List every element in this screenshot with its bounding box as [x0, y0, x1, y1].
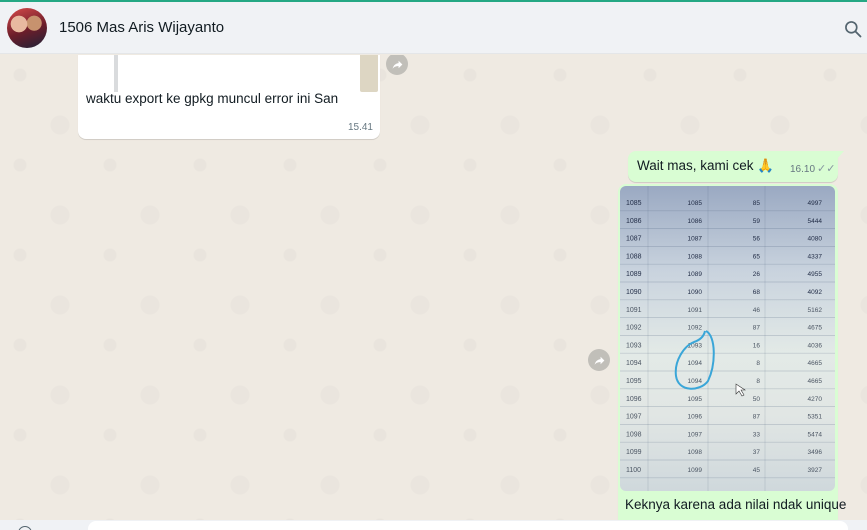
- table-cell: 1090: [626, 289, 642, 296]
- table-cell: 50: [753, 396, 761, 403]
- contact-name[interactable]: 1506 Mas Aris Wijayanto: [59, 19, 224, 36]
- table-cell: 3927: [808, 467, 823, 474]
- image-preview[interactable]: [78, 55, 380, 92]
- emoji-icon[interactable]: [18, 526, 32, 530]
- incoming-message[interactable]: waktu export ke gpkg muncul error ini Sa…: [78, 55, 380, 139]
- table-cell: 46: [753, 307, 761, 314]
- table-cell: 1092: [688, 325, 703, 332]
- table-cell: 1086: [688, 218, 703, 225]
- image-caption: Keknya karena ada nilai ndak unique: [625, 497, 847, 512]
- table-cell: 26: [753, 271, 761, 278]
- message-time: 16.10: [790, 164, 816, 175]
- table-cell: 5351: [808, 414, 823, 421]
- contact-avatar[interactable]: [7, 7, 47, 48]
- table-cell: 1097: [688, 431, 703, 438]
- table-cell: 87: [753, 325, 761, 332]
- table-cell: 5162: [808, 307, 823, 314]
- outgoing-message[interactable]: Wait mas, kami cek 🙏 16.10 ✓✓: [628, 151, 844, 182]
- table-cell: 8: [756, 360, 760, 367]
- table-cell: 4997: [808, 200, 823, 207]
- message-time: 15.41: [347, 122, 373, 133]
- table-cell: 1095: [688, 396, 703, 403]
- table-cell: 1088: [688, 253, 703, 260]
- table-cell: 4665: [808, 378, 823, 385]
- table-cell: 1099: [688, 467, 703, 474]
- message-text: waktu export ke gpkg muncul error ini Sa…: [86, 91, 339, 106]
- table-cell: 1100: [626, 467, 641, 474]
- table-cell: 85: [753, 200, 761, 207]
- table-cell: 1085: [688, 200, 703, 207]
- forward-icon: [392, 60, 402, 69]
- table-cell: 45: [753, 467, 761, 474]
- table-cell: 4092: [808, 289, 823, 296]
- chat-panel[interactable]: waktu export ke gpkg muncul error ini Sa…: [0, 55, 867, 520]
- table-cell: 16: [753, 342, 761, 349]
- table-cell: 68: [753, 289, 761, 296]
- table-cell: 1092: [626, 325, 642, 332]
- forward-icon: [594, 356, 604, 365]
- message-text: Wait mas, kami cek 🙏: [637, 158, 775, 173]
- table-cell: 1087: [626, 236, 642, 243]
- table-cell: 1085: [626, 200, 642, 207]
- table-cell: 33: [753, 431, 761, 438]
- table-cell: 1088: [626, 253, 642, 260]
- forward-button[interactable]: [588, 349, 610, 371]
- table-cell: 1090: [688, 289, 703, 296]
- table-cell: 1098: [688, 449, 703, 456]
- table-cell: 3496: [808, 449, 823, 456]
- table-cell: 1086: [626, 218, 642, 225]
- table-cell: 5474: [808, 431, 823, 438]
- table-cell: 1096: [626, 396, 642, 403]
- table-cell: 56: [753, 236, 761, 243]
- table-cell: 1087: [688, 236, 703, 243]
- table-cell: 4337: [808, 253, 823, 260]
- table-cell: 4080: [808, 236, 823, 243]
- table-cell: 65: [753, 253, 761, 260]
- search-icon[interactable]: [843, 19, 863, 39]
- table-cell: 4665: [808, 360, 823, 367]
- forward-button[interactable]: [386, 55, 408, 75]
- table-cell: 1091: [688, 307, 703, 314]
- table-cell: 1094: [626, 360, 642, 367]
- chat-header[interactable]: 1506 Mas Aris Wijayanto: [0, 2, 867, 54]
- message-composer[interactable]: [0, 520, 867, 530]
- table-cell: 4955: [808, 271, 823, 278]
- table-cell: 1094: [688, 378, 703, 385]
- photo-attachment[interactable]: 1085 1085 85 4997 1086 1086 59 5444 1087 1087 56 40…: [620, 186, 835, 491]
- cursor-icon: [735, 383, 746, 397]
- double-check-icon: ✓✓: [817, 163, 836, 175]
- table-cell: 1096: [688, 414, 703, 421]
- message-input[interactable]: [88, 521, 848, 530]
- table-cell: 4270: [808, 396, 823, 403]
- table-cell: 1094: [688, 360, 703, 367]
- table-cell: 1089: [688, 271, 703, 278]
- table-cell: 5444: [808, 218, 823, 225]
- table-cell: 1093: [626, 342, 642, 349]
- table-cell: 1095: [626, 378, 642, 385]
- table-cell: 37: [753, 449, 761, 456]
- table-cell: 1091: [626, 307, 642, 314]
- table-cell: 8: [756, 378, 760, 385]
- table-cell: 1089: [626, 271, 642, 278]
- table-cell: 4675: [808, 325, 823, 332]
- table-cell: 59: [753, 218, 761, 225]
- table-cell: 87: [753, 414, 761, 421]
- outgoing-image-message[interactable]: 1085 1085 85 4997 1086 1086 59 5444 1087 1087 56 40…: [618, 184, 846, 520]
- spreadsheet-photo: 1085 1085 85 4997 1086 1086 59 5444 1087 1087 56 40…: [620, 186, 835, 491]
- table-cell: 1098: [626, 431, 642, 438]
- table-cell: 1099: [626, 449, 642, 456]
- table-cell: 1097: [626, 414, 642, 421]
- table-cell: 4036: [808, 342, 823, 349]
